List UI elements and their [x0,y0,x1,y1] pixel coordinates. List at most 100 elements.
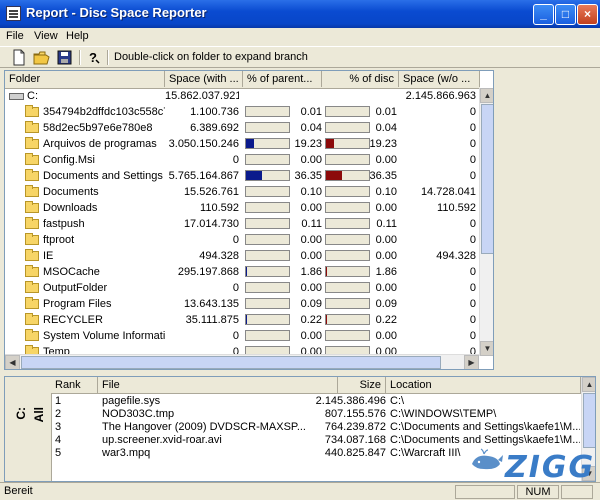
close-button[interactable]: × [577,4,598,25]
table-row[interactable]: ftproot 0 0.00 0.00 0 [5,232,480,248]
space-without: 0 [469,282,476,294]
toolbar-separator [79,50,81,65]
list-item[interactable]: 3 The Hangover (2009) DVDSCR-MAXSP... 764.… [51,421,581,434]
col-rank[interactable]: Rank [51,377,98,393]
pct-parent: 0.00 [300,234,322,246]
pct-parent: 0.00 [300,154,322,166]
space-without: 0 [469,138,476,150]
file-size: 440.825.847 [324,447,386,459]
pct-disc-bar [325,218,370,229]
pct-disc-bar [325,202,370,213]
pct-disc-bar [325,282,370,293]
col-file[interactable]: File [98,377,338,393]
space-with: 0 [232,282,239,294]
table-row[interactable]: 354794b2dffdc103c558c72c8d19 1.100.736 0.0… [5,104,480,120]
minimize-button[interactable]: _ [533,4,554,25]
menu-bar: File View Help [0,28,600,46]
table-row[interactable]: Documents and Settings 5.765.164.867 36.35… [5,168,480,184]
col-space-with[interactable]: Space (with ... [165,71,243,87]
table-row[interactable]: Documents 15.526.761 0.10 0.10 14.728.041 [5,184,480,200]
table-row[interactable]: 58d2ec5b97e6e780e8 6.389.692 0.04 0.04 0 [5,120,480,136]
vertical-scrollbar[interactable]: ▲ ▼ [479,88,493,356]
menu-view[interactable]: View [34,30,58,42]
pct-disc-bar [325,314,370,325]
folder-icon [25,217,39,229]
horizontal-scrollbar[interactable]: ◀ ▶ [5,354,479,369]
scroll-left-button[interactable]: ◀ [5,355,20,369]
col-space-without[interactable]: Space (w/o ... [399,71,480,87]
scroll-right-button[interactable]: ▶ [464,355,479,369]
scroll-thumb[interactable] [481,104,493,254]
maximize-button[interactable]: □ [555,4,576,25]
folder-grid[interactable]: Folder Space (with ... % of parent... % … [4,70,494,370]
row-name: C: [27,90,38,102]
pct-parent: 1.86 [300,266,322,278]
pct-parent-bar [245,122,290,133]
table-row[interactable]: Config.Msi 0 0.00 0.00 0 [5,152,480,168]
col-pct-parent[interactable]: % of parent... [243,71,322,87]
files-scroll-up-button[interactable]: ▲ [582,377,595,392]
tab-drive-c[interactable]: C: [14,407,28,420]
space-without: 0 [469,106,476,118]
side-tabs: C: All [5,377,52,481]
space-with: 3.050.150.246 [168,138,239,150]
pct-disc: 0.04 [375,122,397,134]
files-scroll-thumb[interactable] [583,393,595,448]
pct-disc-bar [325,330,370,341]
table-row[interactable]: MSOCache 295.197.868 1.86 1.86 0 [5,264,480,280]
folder-name: Documents [43,186,99,198]
table-row[interactable]: Arquivos de programas 3.050.150.246 19.23 1… [5,136,480,152]
pct-disc-bar [325,234,370,245]
folder-name: OutputFolder [43,282,108,294]
list-item[interactable]: 1 pagefile.sys 2.145.386.496 C:\ [51,395,581,408]
app-icon[interactable] [6,6,21,21]
table-row[interactable]: Downloads 110.592 0.00 0.00 110.592 [5,200,480,216]
scroll-down-button[interactable]: ▼ [480,341,493,356]
pct-parent: 0.09 [300,298,322,310]
col-location[interactable]: Location [386,377,581,393]
scroll-thumb-h[interactable] [21,356,441,369]
file-size: 807.155.576 [324,408,386,420]
file-rank: 5 [55,447,62,459]
tab-all[interactable]: All [32,407,46,422]
table-row[interactable]: Program Files 13.643.135 0.09 0.09 0 [5,296,480,312]
table-row[interactable]: System Volume Information 0 0.00 0.00 0 [5,328,480,344]
list-item[interactable]: 2 NOD303C.tmp 807.155.576 C:\WINDOWS\TEMP\ [51,408,581,421]
table-row[interactable]: fastpush 17.014.730 0.11 0.11 0 [5,216,480,232]
table-row-root[interactable]: C: 15.862.037.921 2.145.866.963 [5,88,480,104]
menu-help[interactable]: Help [66,30,89,42]
col-pct-disc[interactable]: % of disc [322,71,399,87]
col-folder[interactable]: Folder [5,71,165,87]
pct-disc-bar [325,266,370,277]
list-item[interactable]: 4 up.screener.xvid-roar.avi 734.087.168 C:\… [51,434,581,447]
file-location: C:\WINDOWS\TEMP\ [390,408,497,420]
table-row[interactable]: RECYCLER 35.111.875 0.22 0.22 0 [5,312,480,328]
right-panel [496,70,600,370]
pct-disc-bar [325,154,370,165]
save-icon[interactable] [56,49,74,66]
pct-disc: 0.22 [375,314,397,326]
file-size: 734.087.168 [324,434,386,446]
scroll-up-button[interactable]: ▲ [480,88,493,103]
table-row[interactable]: IE 494.328 0.00 0.00 494.328 [5,248,480,264]
space-with: 35.111.875 [185,314,239,326]
new-icon[interactable] [10,49,28,66]
space-without: 0 [469,170,476,182]
pct-parent: 0.10 [300,186,322,198]
pct-disc-bar [325,106,370,117]
pct-disc: 0.00 [375,234,397,246]
title-bar[interactable]: Report - Disc Space Reporter _ □ × [0,0,600,28]
open-folder-icon[interactable] [33,49,51,66]
pct-disc: 0.01 [375,106,397,118]
col-size[interactable]: Size [338,377,386,393]
table-row[interactable]: OutputFolder 0 0.00 0.00 0 [5,280,480,296]
folder-icon [25,297,39,309]
help-icon[interactable]: ? [84,49,102,66]
menu-file[interactable]: File [6,30,24,42]
space-with: 0 [232,234,239,246]
file-location: C:\Documents and Settings\kaefe1\M... [390,421,580,433]
pct-parent: 0.00 [300,250,322,262]
folder-name: Documents and Settings [43,170,163,182]
row-space-with: 15.862.037.921 [165,90,239,102]
status-panel [455,485,515,499]
